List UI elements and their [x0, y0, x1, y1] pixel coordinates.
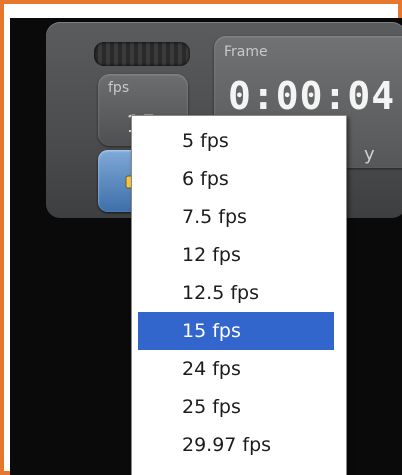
fps-option-15[interactable]: 15 fps	[138, 312, 334, 350]
fps-option-6[interactable]: 6 fps	[138, 160, 334, 198]
fps-option-12[interactable]: 12 fps	[138, 236, 334, 274]
fps-option-5[interactable]: 5 fps	[138, 122, 334, 160]
panel-grip[interactable]	[94, 42, 190, 66]
fps-option-29-97[interactable]: 29.97 fps	[138, 426, 334, 464]
app-window: fps 15 Frame 0:00:04 y 5 fps 6 fps 7.5 f…	[10, 18, 402, 475]
fps-option-25[interactable]: 25 fps	[138, 388, 334, 426]
frame-label: Frame	[224, 44, 268, 60]
fps-label: fps	[108, 80, 130, 96]
fps-dropdown-menu: 5 fps 6 fps 7.5 fps 12 fps 12.5 fps 15 f…	[131, 115, 347, 475]
fps-option-24[interactable]: 24 fps	[138, 350, 334, 388]
fps-option-7-5[interactable]: 7.5 fps	[138, 198, 334, 236]
timecode-readout: 0:00:04	[228, 74, 396, 118]
partial-text: y	[364, 144, 375, 165]
fps-option-12-5[interactable]: 12.5 fps	[138, 274, 334, 312]
